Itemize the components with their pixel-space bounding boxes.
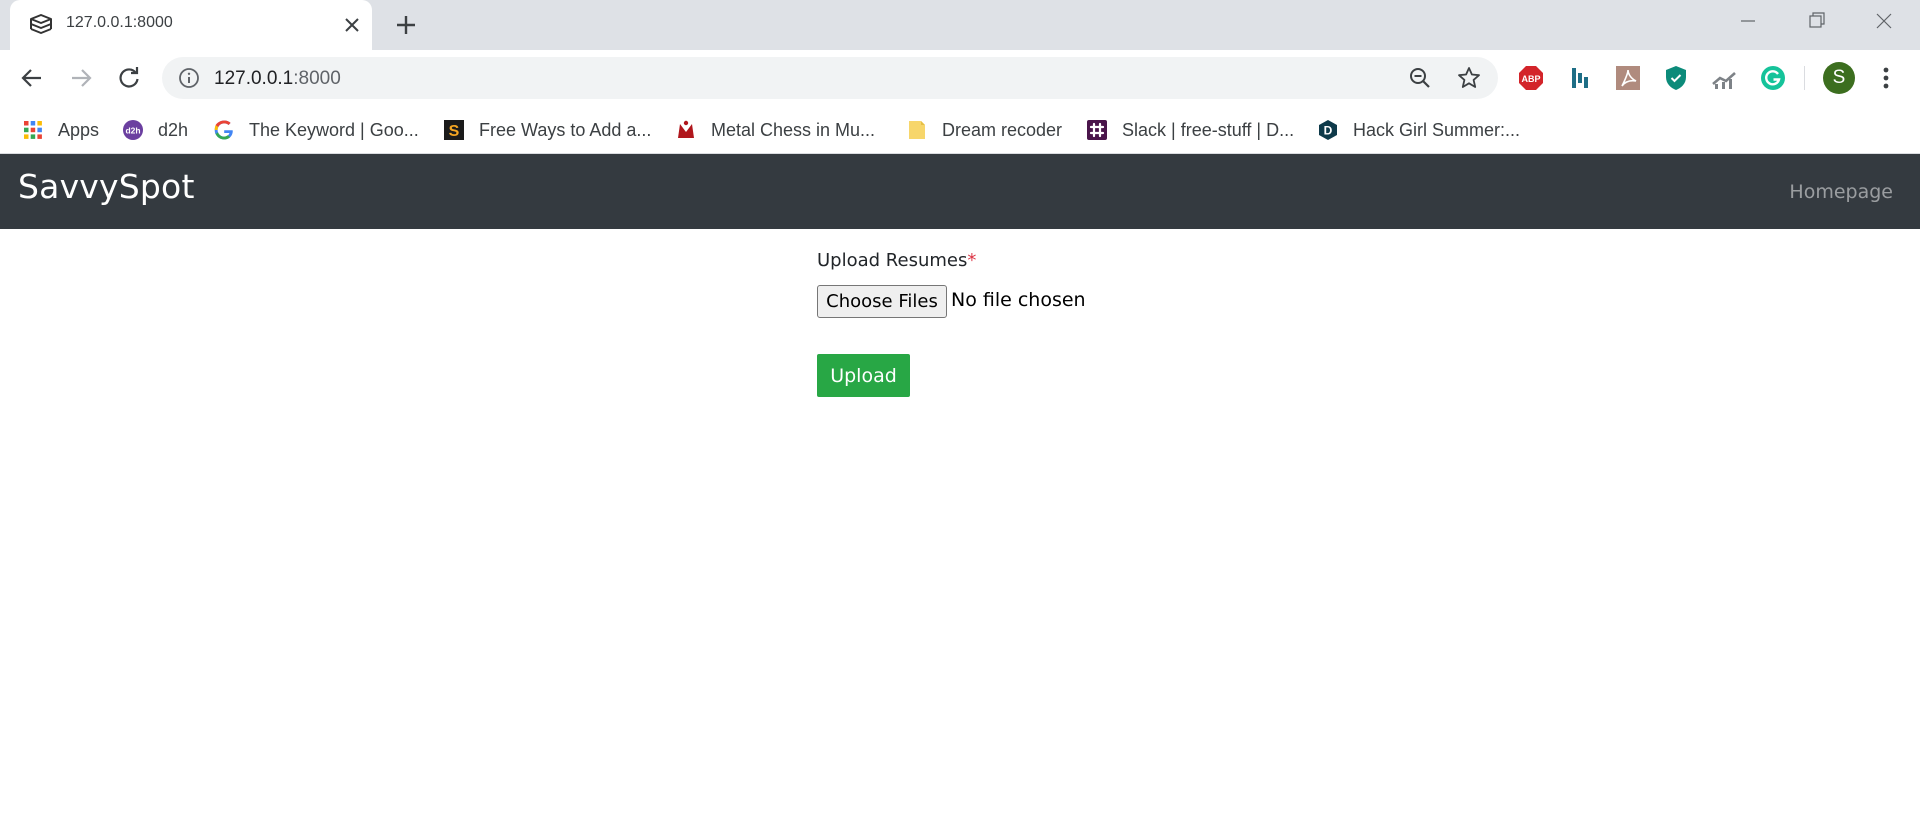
bookmark-metal-chess[interactable]: Metal Chess in Mu...	[675, 116, 875, 144]
close-tab-icon[interactable]	[340, 13, 364, 37]
bookmark-label: The Keyword | Goo...	[249, 119, 419, 140]
note-icon	[906, 119, 928, 141]
url-text: 127.0.0.1:8000	[214, 68, 341, 90]
chess-icon	[675, 119, 697, 141]
brand-logo[interactable]: SavvySpot	[18, 167, 195, 206]
bookmark-apps[interactable]: Apps	[22, 116, 99, 144]
bookmark-dream-recoder[interactable]: Dream recoder	[906, 116, 1062, 144]
adblock-plus-icon[interactable]: ABP	[1516, 63, 1546, 93]
svg-text:d2h: d2h	[125, 126, 140, 136]
site-info-icon[interactable]	[178, 67, 200, 89]
upload-button[interactable]: Upload	[817, 354, 910, 397]
savvyspot-logo-icon	[28, 12, 54, 38]
minimize-window-icon[interactable]	[1733, 8, 1763, 34]
choose-files-button[interactable]: Choose Files	[817, 285, 947, 318]
reload-icon[interactable]	[114, 63, 144, 93]
bookmark-label: Apps	[58, 119, 100, 140]
site-navbar: SavvySpot Homepage	[0, 154, 1920, 229]
profile-avatar[interactable]: S	[1823, 62, 1855, 94]
bookmark-slack[interactable]: Slack | free-stuff | D...	[1086, 116, 1294, 144]
browser-tabstrip: 127.0.0.1:8000	[0, 0, 1920, 50]
adblock-label: ABP	[1521, 74, 1540, 84]
bookmark-hack-girl-summer[interactable]: D Hack Girl Summer:...	[1317, 116, 1520, 144]
new-tab-icon[interactable]	[392, 11, 420, 39]
google-icon	[213, 119, 235, 141]
s-logo-icon: S	[443, 119, 465, 141]
pdf-extension-icon[interactable]	[1613, 63, 1643, 93]
file-status-text: No file chosen	[951, 289, 1086, 311]
back-arrow-icon[interactable]	[17, 63, 47, 93]
more-menu-icon[interactable]	[1874, 64, 1898, 92]
bookmark-label: Dream recoder	[942, 119, 1063, 140]
url-host: 127.0.0.1	[214, 68, 294, 89]
nav-link-homepage[interactable]: Homepage	[1789, 181, 1893, 203]
url-port: :8000	[293, 68, 341, 89]
restore-window-icon[interactable]	[1801, 8, 1831, 34]
d-logo-icon: D	[1317, 119, 1339, 141]
upload-resumes-label: Upload Resumes*	[817, 250, 976, 271]
bookmark-label: Hack Girl Summer:...	[1353, 119, 1521, 140]
svg-text:D: D	[1324, 124, 1333, 138]
required-marker: *	[967, 250, 977, 271]
bookmark-label: Slack | free-stuff | D...	[1122, 119, 1295, 140]
analytics-extension-icon[interactable]	[1709, 63, 1739, 93]
label-text: Upload Resumes	[817, 250, 968, 271]
close-window-icon[interactable]	[1869, 8, 1899, 34]
shield-extension-icon[interactable]	[1661, 63, 1691, 93]
bookmark-label: Metal Chess in Mu...	[711, 119, 876, 140]
toolbar-divider	[1804, 66, 1805, 90]
apps-grid-icon	[22, 119, 44, 141]
bookmark-d2h[interactable]: d2h d2h	[122, 116, 188, 144]
bookmark-the-keyword[interactable]: The Keyword | Goo...	[213, 116, 419, 144]
d2h-icon: d2h	[122, 119, 144, 141]
address-bar[interactable]: 127.0.0.1:8000	[162, 57, 1498, 99]
grammarly-icon[interactable]	[1758, 63, 1788, 93]
zoom-out-icon[interactable]	[1408, 66, 1432, 90]
bookmark-free-ways[interactable]: S Free Ways to Add a...	[443, 116, 651, 144]
bookmark-label: Free Ways to Add a...	[479, 119, 652, 140]
bookmark-label: d2h	[158, 119, 189, 140]
bookmarks-bar: Apps d2h d2h The Keyword | Goo... S Free…	[0, 106, 1920, 154]
bookmark-star-icon[interactable]	[1456, 65, 1482, 91]
svg-text:S: S	[449, 123, 460, 140]
bar-chart-extension-icon[interactable]	[1565, 63, 1595, 93]
browser-toolbar: 127.0.0.1:8000 ABP S	[0, 50, 1920, 106]
tab-title: 127.0.0.1:8000	[66, 14, 173, 31]
forward-arrow-icon[interactable]	[66, 63, 96, 93]
browser-tab[interactable]: 127.0.0.1:8000	[10, 0, 372, 50]
slack-icon	[1086, 119, 1108, 141]
